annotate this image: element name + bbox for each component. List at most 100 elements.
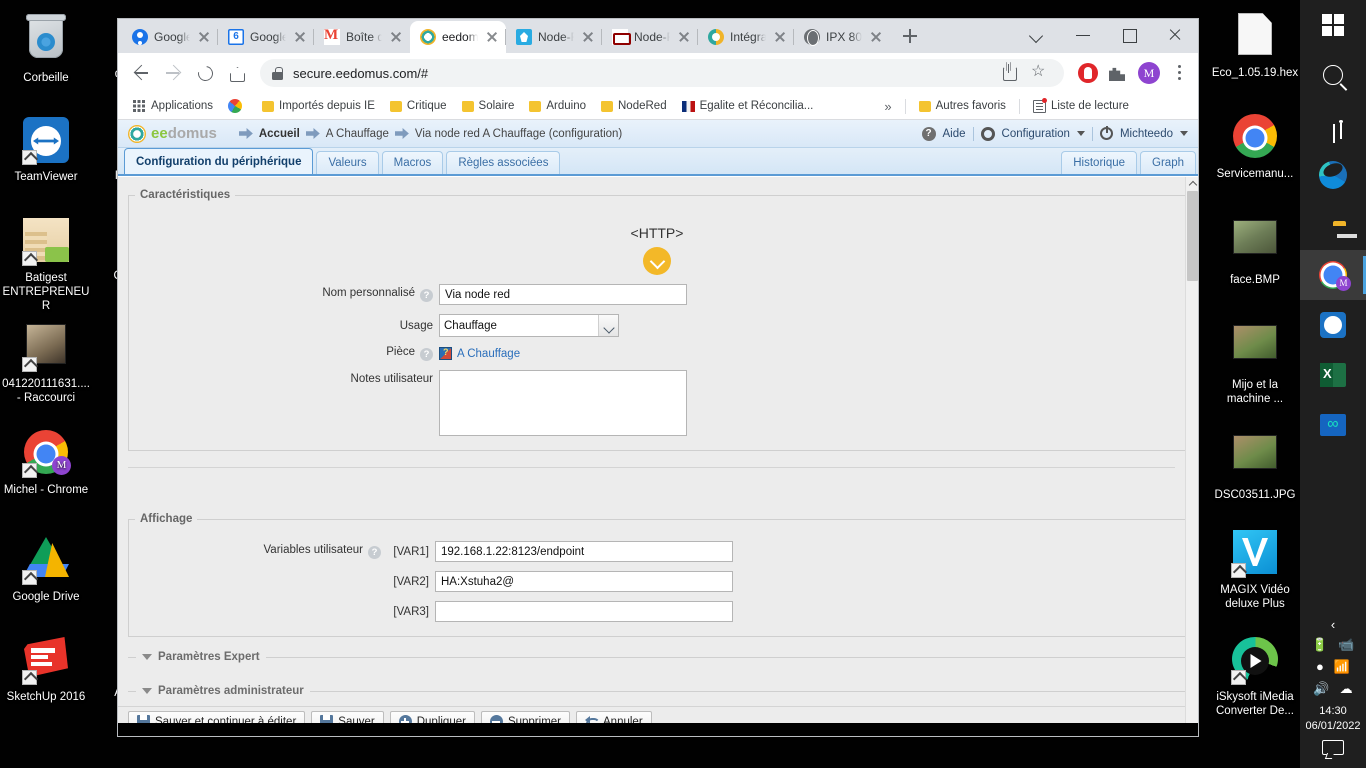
reload-button[interactable] [190, 58, 220, 88]
tab-configuration-peripherique[interactable]: Configuration du périphérique [124, 148, 314, 174]
close-icon[interactable] [868, 29, 884, 45]
clock[interactable]: 14:30 06/01/2022 [1300, 700, 1366, 740]
vertical-scrollbar[interactable] [1185, 177, 1198, 736]
help-icon[interactable]: ? [420, 289, 433, 302]
back-button[interactable] [126, 58, 156, 88]
chevron-down-icon[interactable] [1180, 131, 1188, 136]
chrome-taskbar-button[interactable]: M [1300, 250, 1366, 300]
scroll-up-arrow[interactable] [1186, 177, 1198, 190]
browser-tab[interactable]: Google [122, 21, 218, 53]
minimize-button[interactable] [1060, 19, 1106, 51]
tab-regles-associees[interactable]: Règles associées [446, 151, 561, 174]
chevron-down-icon[interactable] [1014, 19, 1060, 51]
help-icon[interactable]: ? [420, 348, 433, 361]
bookmark-applications[interactable]: Applications [126, 96, 219, 116]
maximize-button[interactable] [1106, 19, 1152, 51]
bookmark-critique[interactable]: Critique [384, 97, 453, 115]
desktop-icon-magix[interactable]: MAGIX Vidéo deluxe Plus [1209, 528, 1301, 611]
configuration-menu[interactable]: Configuration [1002, 128, 1070, 140]
new-tab-button[interactable] [896, 22, 924, 50]
mouse-icon[interactable]: ● [1316, 660, 1324, 674]
browser-tab[interactable]: IPX 800 [793, 21, 890, 53]
nom-personnalise-input[interactable] [439, 284, 687, 305]
excel-taskbar-button[interactable] [1300, 350, 1366, 400]
desktop-icon-face-bmp[interactable]: face.BMP [1209, 213, 1301, 287]
collapsible-parametres-expert[interactable]: Paramètres Expert [128, 651, 1185, 663]
forward-button[interactable] [158, 58, 188, 88]
share-icon[interactable] [996, 60, 1022, 86]
piece-link[interactable]: A Chauffage [439, 347, 520, 360]
notification-center-button[interactable] [1300, 740, 1366, 768]
tab-graph[interactable]: Graph [1140, 151, 1196, 174]
breadcrumb-item-accueil[interactable]: Accueil [259, 128, 300, 140]
var2-input[interactable] [435, 571, 733, 592]
bookmark-egalite[interactable]: Egalite et Réconcilia... [676, 97, 820, 115]
desktop-icon-michel-chrome[interactable]: M Michel - Chrome [0, 428, 92, 497]
teamviewer-taskbar-button[interactable] [1300, 300, 1366, 350]
extensions-icon[interactable] [1106, 62, 1128, 84]
close-icon[interactable] [292, 29, 308, 45]
camera-icon[interactable]: 📹 [1338, 638, 1354, 652]
user-menu[interactable]: Michteedo [1120, 128, 1173, 140]
desktop-icon-dsc03511[interactable]: DSC03511.JPG [1209, 428, 1301, 502]
home-button[interactable] [222, 58, 252, 88]
chrome-menu-button[interactable] [1168, 61, 1190, 85]
battery-icon[interactable]: 🔋 [1312, 638, 1328, 652]
task-view-button[interactable] [1300, 100, 1366, 150]
collapsible-parametres-administrateur[interactable]: Paramètres administrateur [128, 685, 1185, 697]
close-icon[interactable] [484, 29, 500, 45]
help-link[interactable]: Aide [943, 128, 966, 140]
close-icon[interactable] [676, 29, 692, 45]
scrollbar-thumb[interactable] [1187, 191, 1198, 281]
reading-list-button[interactable]: Liste de lecture [1027, 97, 1135, 116]
breadcrumb-item-room[interactable]: A Chauffage [326, 128, 389, 140]
bookmark-importes-ie[interactable]: Importés depuis IE [256, 97, 381, 115]
browser-tab[interactable]: Intégra [697, 21, 794, 53]
volume-icon[interactable]: 🔊 [1313, 682, 1329, 696]
browser-tab[interactable]: Node-R [601, 21, 698, 53]
browser-tab-active[interactable]: eedom [410, 21, 506, 53]
close-icon[interactable] [772, 29, 788, 45]
bookmark-arduino[interactable]: Arduino [523, 97, 592, 115]
usage-select[interactable]: Chauffage [439, 314, 619, 337]
desktop-icon-servicemanual[interactable]: Servicemanu... [1209, 112, 1301, 181]
edge-button[interactable] [1300, 150, 1366, 200]
close-window-button[interactable] [1152, 19, 1198, 51]
bookmark-star-icon[interactable] [1026, 60, 1052, 86]
close-icon[interactable] [580, 29, 596, 45]
app-taskbar-button[interactable] [1300, 400, 1366, 450]
browser-tab[interactable]: Node-R [505, 21, 602, 53]
cloud-icon[interactable]: ☁ [1340, 682, 1353, 696]
chevron-down-icon[interactable] [1076, 131, 1085, 136]
desktop-icon-mijo[interactable]: Mijo et la machine ... [1209, 318, 1301, 406]
tab-macros[interactable]: Macros [381, 151, 444, 174]
desktop-icon-eco-hex[interactable]: Eco_1.05.19.hex [1209, 10, 1301, 80]
chevron-down-badge-icon[interactable] [643, 247, 671, 275]
var3-input[interactable] [435, 601, 733, 622]
bookmark-autres-favoris[interactable]: Autres favoris [913, 97, 1012, 115]
help-icon[interactable]: ? [368, 546, 381, 559]
file-explorer-button[interactable] [1300, 200, 1366, 250]
avatar[interactable]: M [1138, 62, 1160, 84]
tab-valeurs[interactable]: Valeurs [316, 151, 379, 174]
eedomus-logo[interactable]: eedomus [128, 124, 217, 143]
adblock-extension-icon[interactable] [1078, 63, 1098, 83]
start-button[interactable] [1300, 0, 1366, 50]
search-button[interactable] [1300, 50, 1366, 100]
browser-tab[interactable]: 6 Google [217, 21, 314, 53]
bookmark-google[interactable] [222, 96, 253, 116]
close-icon[interactable] [196, 29, 212, 45]
notes-utilisateur-textarea[interactable] [439, 370, 687, 436]
bookmarks-overflow-button[interactable]: » [878, 97, 897, 116]
chevron-down-icon[interactable] [598, 315, 618, 336]
tray-expand-button[interactable]: ‹ [1300, 613, 1366, 634]
desktop-icon-iskysoft[interactable]: iSkysoft iMedia Converter De... [1209, 635, 1301, 718]
address-bar[interactable]: secure.eedomus.com/# [260, 59, 1064, 87]
browser-tab[interactable]: Boîte d [313, 21, 410, 53]
bookmark-nodered[interactable]: NodeRed [595, 97, 673, 115]
close-icon[interactable] [388, 29, 404, 45]
var1-input[interactable] [435, 541, 733, 562]
bookmark-solaire[interactable]: Solaire [456, 97, 521, 115]
wifi-icon[interactable]: 📶 [1334, 660, 1350, 674]
tab-historique[interactable]: Historique [1061, 151, 1138, 174]
